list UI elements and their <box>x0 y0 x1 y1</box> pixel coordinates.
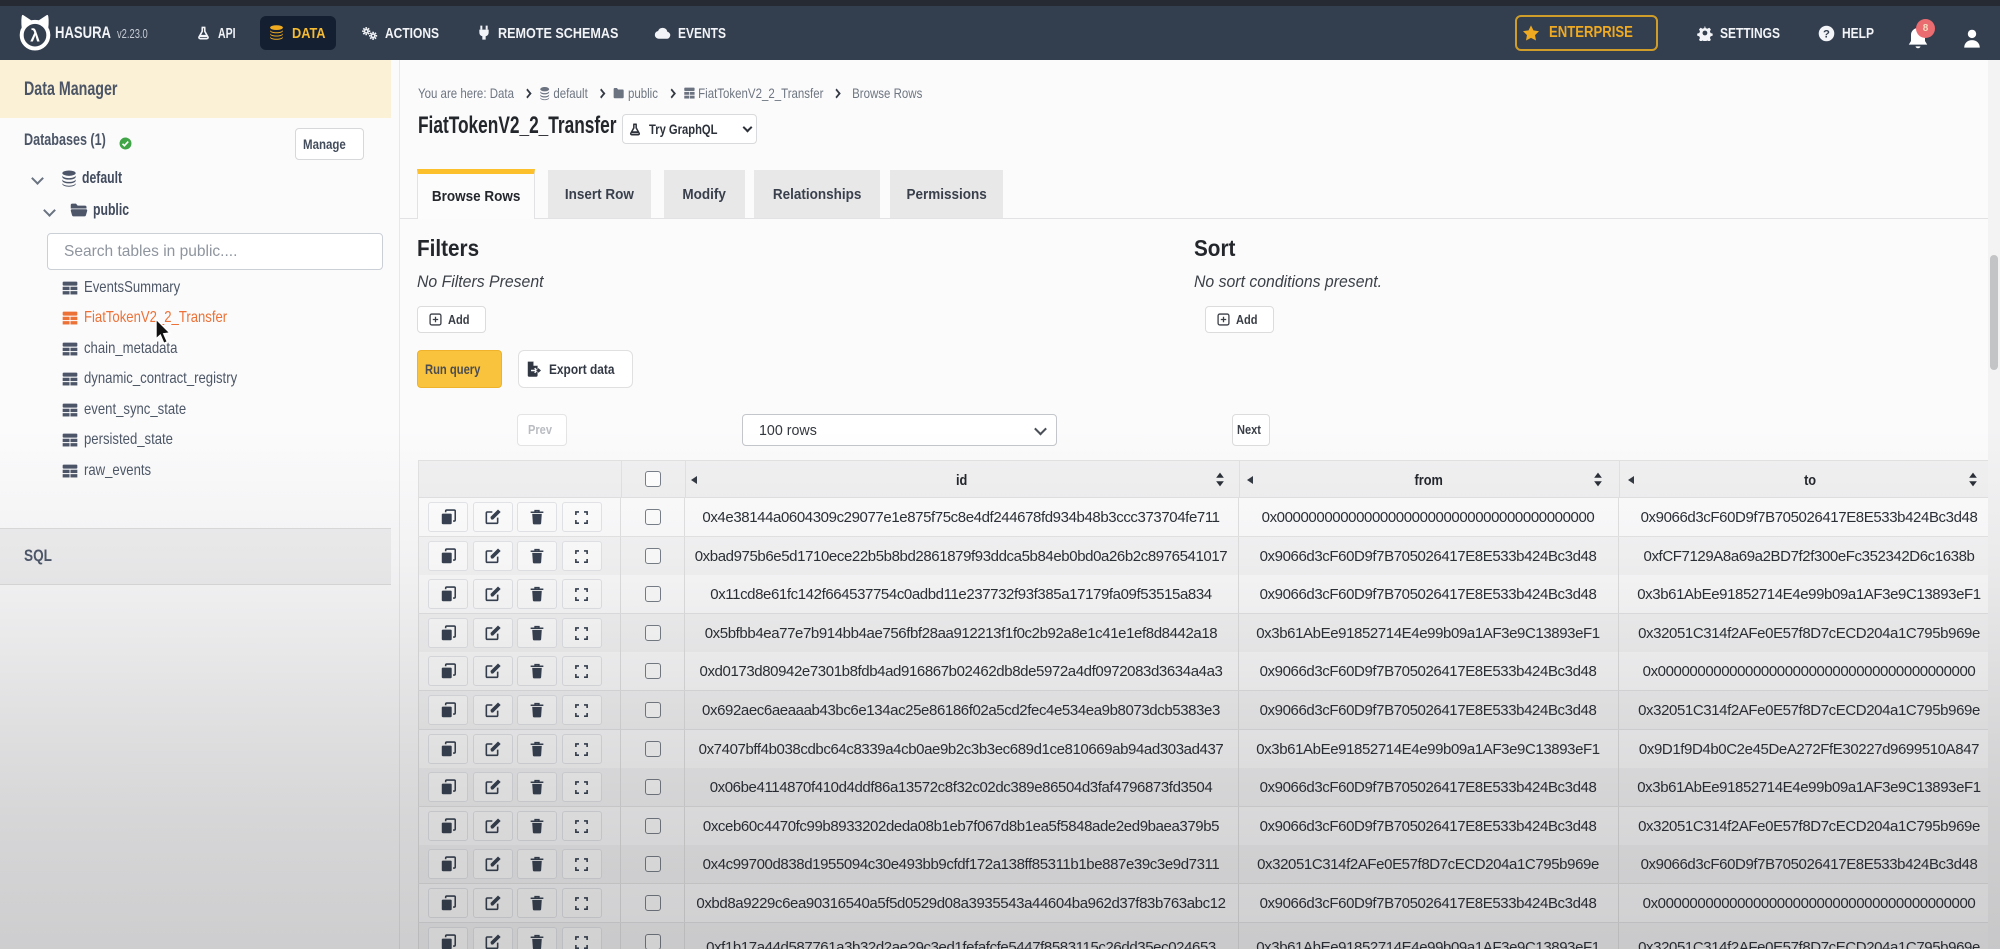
svg-text:λ: λ <box>30 25 40 45</box>
svg-text:?: ? <box>1823 28 1830 40</box>
